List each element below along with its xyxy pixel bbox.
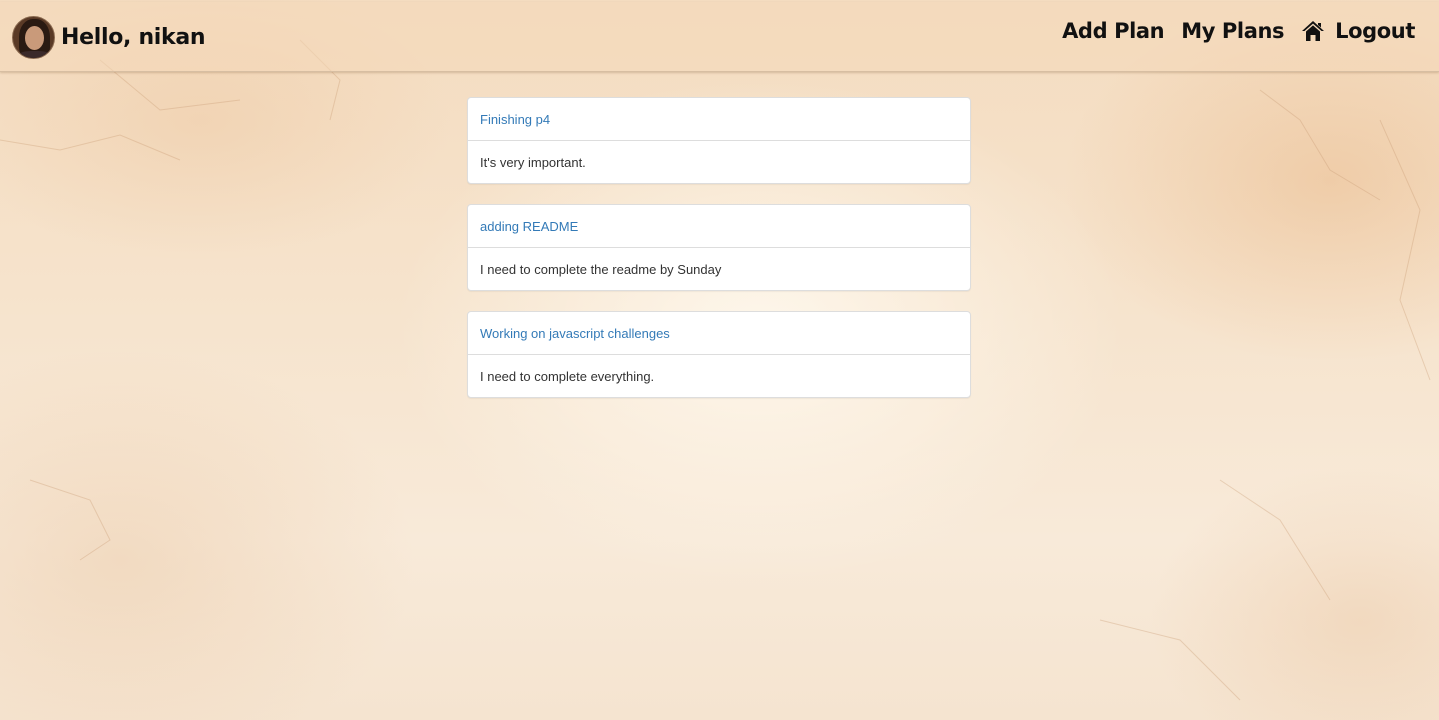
plan-title-link[interactable]: adding README — [468, 205, 970, 248]
plans-list: Finishing p4 It's very important. adding… — [467, 97, 971, 418]
my-plans-link[interactable]: My Plans — [1181, 19, 1284, 43]
plan-title-link[interactable]: Finishing p4 — [468, 98, 970, 141]
plan-card: Working on javascript challenges I need … — [467, 311, 971, 398]
avatar — [12, 16, 55, 59]
logout-label: Logout — [1335, 19, 1415, 43]
greeting-text: Hello, nikan — [61, 25, 206, 50]
logout-link[interactable]: Logout — [1301, 19, 1415, 43]
plan-card: adding README I need to complete the rea… — [467, 204, 971, 291]
plan-card: Finishing p4 It's very important. — [467, 97, 971, 184]
top-navbar: Hello, nikan Add Plan My Plans Logout — [0, 2, 1439, 72]
add-plan-label: Add Plan — [1062, 19, 1165, 43]
add-plan-link[interactable]: Add Plan — [1062, 19, 1165, 43]
plan-description: It's very important. — [480, 154, 586, 170]
home-icon — [1302, 21, 1325, 41]
plan-description: I need to complete the readme by Sunday — [480, 261, 722, 277]
plan-description: I need to complete everything. — [480, 368, 655, 384]
user-greeting: Hello, nikan — [12, 15, 206, 60]
plan-title-link[interactable]: Working on javascript challenges — [468, 312, 970, 355]
my-plans-label: My Plans — [1181, 19, 1285, 43]
nav-links: Add Plan My Plans Logout — [1045, 16, 1415, 46]
